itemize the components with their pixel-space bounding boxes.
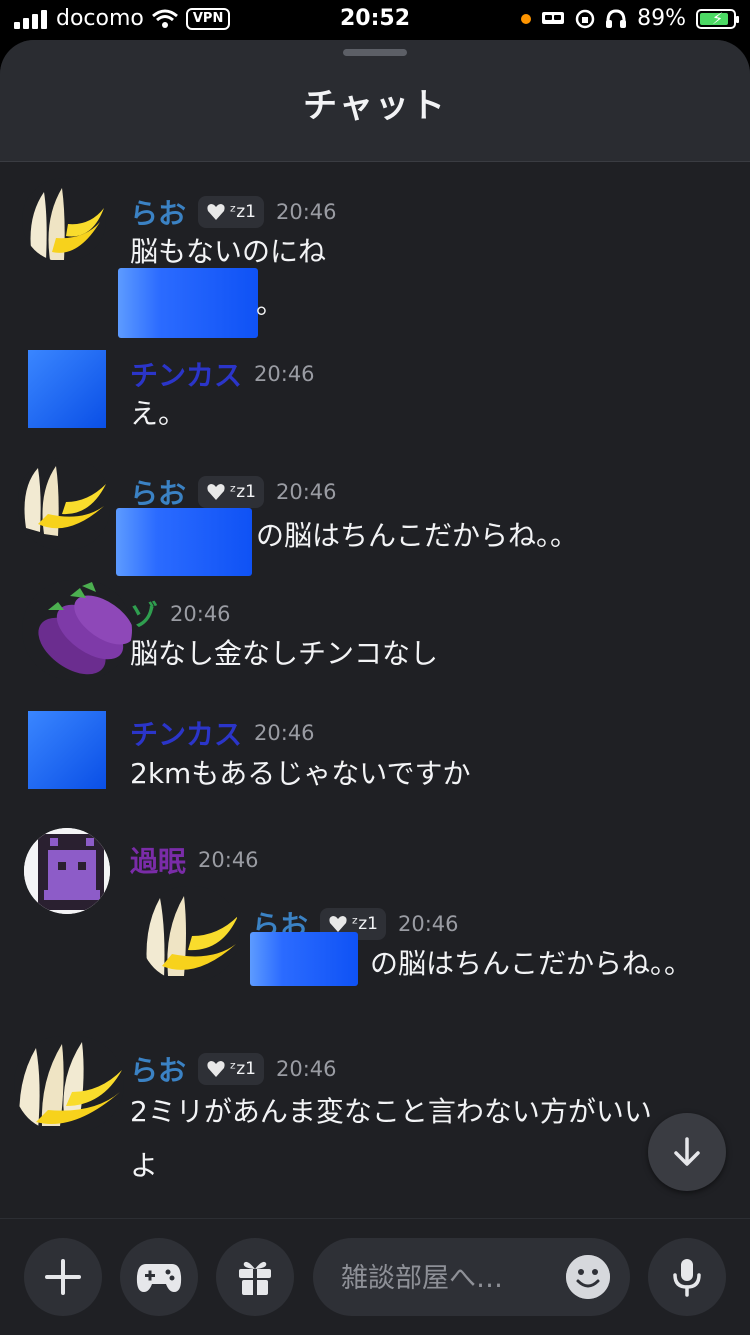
- battery-percent: 89%: [637, 6, 686, 31]
- add-button[interactable]: [24, 1238, 102, 1316]
- message-text: の脳はちんこだからね。。: [256, 519, 579, 552]
- message-input[interactable]: [339, 1256, 553, 1300]
- sleep-icon: [542, 11, 565, 24]
- timestamp: 20:46: [275, 1057, 337, 1081]
- heart-icon: [207, 484, 225, 500]
- reply-text: の脳はちんこだからね。。: [370, 947, 693, 980]
- gift-icon: [239, 1261, 271, 1295]
- message-text: 脳なし金なしチンコなし: [130, 637, 439, 670]
- avatar-eggplant[interactable]: [22, 580, 132, 680]
- message-text: 2ミリがあんま変なこと言わない方がいい: [130, 1095, 652, 1128]
- message-text: 脳もないのにね: [130, 235, 327, 268]
- emoji-button[interactable]: [566, 1255, 610, 1299]
- avatar-pixel-monster[interactable]: [24, 828, 110, 914]
- composer-bar: [0, 1218, 750, 1335]
- headphones-icon: [606, 8, 627, 28]
- chat-sheet: チャット: [0, 40, 750, 1334]
- author-name[interactable]: チンカス: [130, 713, 242, 753]
- timestamp: 20:46: [275, 480, 337, 504]
- chat-header: チャット: [0, 40, 750, 162]
- page-title: チャット: [303, 86, 447, 126]
- gift-button[interactable]: [216, 1238, 294, 1316]
- avatar-blue-square[interactable]: [28, 711, 106, 789]
- avatar-banana[interactable]: [22, 178, 106, 262]
- status-badge: ᶻz1: [198, 196, 264, 228]
- timestamp: 20:46: [275, 200, 337, 224]
- badge-text: ᶻz1: [230, 202, 256, 222]
- author-name[interactable]: らお: [130, 192, 186, 232]
- badge-text: ᶻz1: [230, 482, 256, 502]
- reply-avatar-banana: [140, 886, 240, 982]
- reply-timestamp: 20:46: [397, 912, 459, 936]
- banana-avatar-icon: [18, 458, 110, 550]
- author-name[interactable]: 過眠: [130, 840, 186, 880]
- timestamp: 20:46: [198, 848, 259, 872]
- message-text: え。: [130, 397, 187, 430]
- avatar-banana[interactable]: [14, 1036, 124, 1132]
- status-badge: ᶻz1: [198, 476, 264, 508]
- status-badge: ᶻz1: [198, 1053, 264, 1085]
- voice-button[interactable]: [648, 1238, 726, 1316]
- scroll-to-bottom-button[interactable]: [648, 1113, 726, 1191]
- plus-icon: [45, 1259, 81, 1295]
- badge-text: ᶻz1: [352, 914, 378, 934]
- redacted-block: [118, 268, 258, 338]
- mic-icon: [673, 1259, 701, 1297]
- author-name[interactable]: らお: [130, 1049, 186, 1089]
- timestamp: 20:46: [170, 602, 231, 626]
- sheet-grabber[interactable]: [343, 49, 407, 56]
- badge-text: ᶻz1: [230, 1059, 256, 1079]
- games-button[interactable]: [120, 1238, 198, 1316]
- emoji-icon: [566, 1255, 610, 1299]
- pixel-monster-avatar-icon: [24, 828, 110, 914]
- message-input-field[interactable]: [313, 1238, 630, 1316]
- mic-in-use-dot: [521, 13, 532, 24]
- arrow-down-icon: [674, 1137, 700, 1166]
- author-name[interactable]: チンカス: [130, 354, 242, 394]
- heart-icon: [329, 916, 347, 932]
- gamepad-icon: [136, 1264, 182, 1292]
- author-name[interactable]: ゾ: [130, 594, 158, 634]
- message-text: よ: [130, 1149, 159, 1182]
- avatar-banana[interactable]: [18, 458, 110, 550]
- timestamp: 20:46: [254, 721, 315, 745]
- banana-avatar-icon: [22, 178, 106, 262]
- redacted-block: [116, 508, 252, 576]
- heart-icon: [207, 1061, 225, 1077]
- battery-icon: ⚡: [696, 8, 739, 29]
- redacted-block: [250, 932, 358, 986]
- banana-avatar-icon: [140, 886, 240, 982]
- author-name[interactable]: らお: [130, 472, 186, 512]
- heart-icon: [207, 204, 225, 220]
- orientation-lock-icon: [575, 9, 595, 28]
- message-text: 2kmもあるじゃないですか: [130, 757, 471, 790]
- message-text: 。: [256, 287, 285, 320]
- avatar-blue-square[interactable]: [28, 350, 106, 428]
- timestamp: 20:46: [254, 362, 315, 386]
- banana-avatar-icon: [14, 1036, 124, 1132]
- status-bar: docomo VPN 20:52 89% ⚡: [0, 0, 750, 40]
- eggplant-avatar-icon: [22, 580, 132, 680]
